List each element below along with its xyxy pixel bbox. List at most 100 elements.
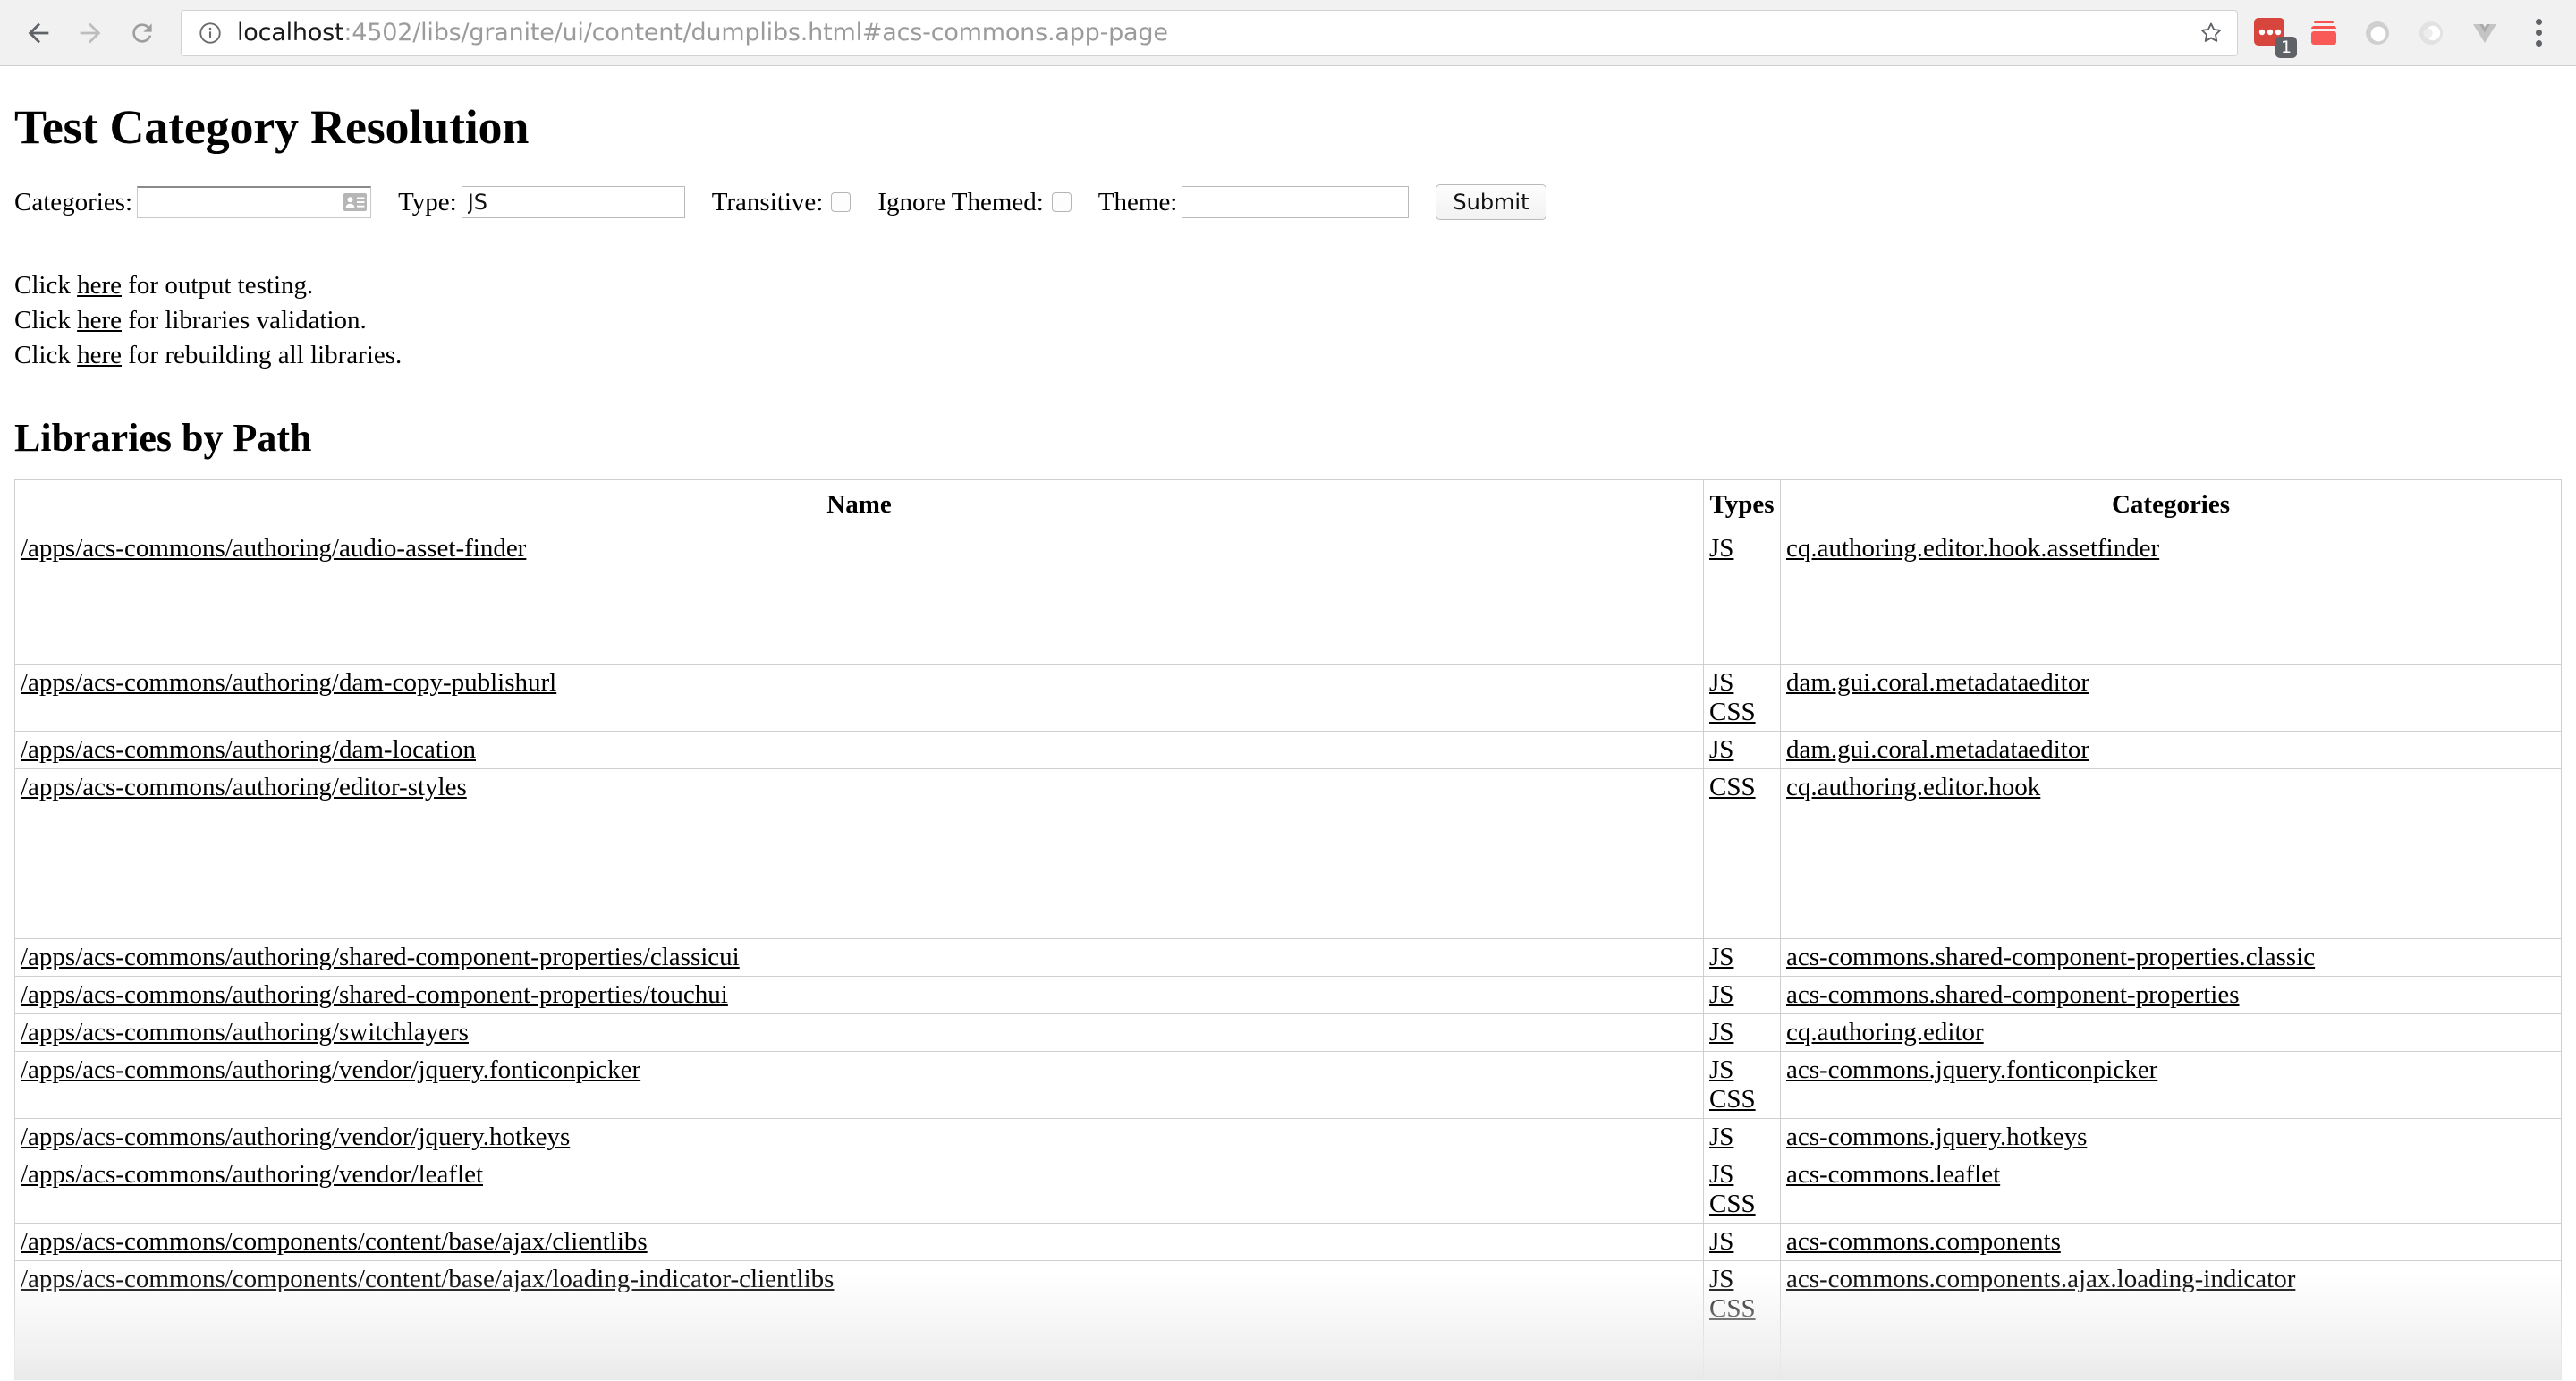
- library-path-link[interactable]: /apps/acs-commons/components/content/bas…: [21, 1265, 834, 1293]
- library-types-cell: JS: [1703, 1118, 1781, 1157]
- library-categories-cell: acs-commons.components: [1780, 1223, 2562, 1262]
- vue-devtools-extension-icon[interactable]: [2465, 13, 2504, 53]
- categories-input-wrapper: [137, 186, 372, 219]
- theme-input[interactable]: [1182, 186, 1410, 219]
- library-path-link[interactable]: /apps/acs-commons/components/content/bas…: [21, 1227, 648, 1256]
- link-suffix: for libraries validation.: [122, 305, 367, 335]
- adblock-extension-icon[interactable]: 1: [2250, 13, 2297, 58]
- link-prefix: Click: [14, 340, 78, 369]
- library-category-link[interactable]: acs-commons.jquery.hotkeys: [1786, 1123, 2555, 1152]
- stack-extension-icon[interactable]: [2304, 13, 2343, 53]
- library-path-link[interactable]: /apps/acs-commons/authoring/editor-style…: [21, 773, 467, 801]
- site-info-icon[interactable]: [198, 21, 223, 46]
- library-path-cell: /apps/acs-commons/authoring/switchlayers: [14, 1013, 1704, 1053]
- library-type-link[interactable]: JS: [1709, 1123, 1775, 1152]
- library-path-cell: /apps/acs-commons/authoring/editor-style…: [14, 768, 1704, 940]
- library-path-cell: /apps/acs-commons/authoring/dam-copy-pub…: [14, 664, 1704, 733]
- library-path-cell: /apps/acs-commons/authoring/audio-asset-…: [14, 530, 1704, 665]
- circle-extension-icon[interactable]: [2358, 13, 2397, 53]
- library-category-link[interactable]: cq.authoring.editor.hook.assetfinder: [1786, 534, 2555, 563]
- library-category-link[interactable]: acs-commons.components: [1786, 1227, 2555, 1257]
- library-types-cell: JS: [1703, 1223, 1781, 1262]
- library-type-link[interactable]: JS: [1709, 668, 1775, 698]
- output-testing-link[interactable]: here: [77, 271, 122, 300]
- library-path-link[interactable]: /apps/acs-commons/authoring/vendor/jquer…: [21, 1055, 640, 1084]
- library-types-cell: JS CSS: [1703, 1260, 1781, 1380]
- library-path-cell: /apps/acs-commons/authoring/vendor/leafl…: [14, 1156, 1704, 1224]
- library-path-link[interactable]: /apps/acs-commons/authoring/shared-compo…: [21, 943, 740, 971]
- library-path-link[interactable]: /apps/acs-commons/authoring/vendor/leafl…: [21, 1160, 483, 1189]
- library-path-cell: /apps/acs-commons/components/content/bas…: [14, 1223, 1704, 1262]
- extension-badge-count: 1: [2275, 36, 2297, 58]
- library-path-link[interactable]: /apps/acs-commons/authoring/dam-location: [21, 735, 476, 764]
- browser-menu-button[interactable]: [2519, 13, 2558, 53]
- library-type-link[interactable]: JS: [1709, 943, 1775, 972]
- library-categories-cell: cq.authoring.editor.hook.assetfinder: [1780, 530, 2562, 665]
- library-path-link[interactable]: /apps/acs-commons/authoring/switchlayers: [21, 1018, 469, 1046]
- reload-icon: [132, 22, 152, 43]
- library-category-link[interactable]: dam.gui.coral.metadataeditor: [1786, 668, 2555, 698]
- menu-dot: [2535, 30, 2542, 36]
- category-resolution-form: Categories: Type: Transitive: Ignore The…: [14, 184, 2562, 221]
- url-host: localhost: [237, 19, 344, 47]
- link-line: Click here for rebuilding all libraries.: [14, 338, 2562, 373]
- library-path-link[interactable]: /apps/acs-commons/authoring/audio-asset-…: [21, 534, 526, 563]
- library-types-cell: CSS: [1703, 768, 1781, 940]
- library-path-cell: /apps/acs-commons/authoring/shared-compo…: [14, 976, 1704, 1015]
- table-row: /apps/acs-commons/authoring/shared-compo…: [14, 976, 2562, 1015]
- library-types-cell: JS: [1703, 1013, 1781, 1053]
- library-type-link[interactable]: JS: [1709, 1227, 1775, 1257]
- library-type-link[interactable]: CSS: [1709, 698, 1775, 727]
- libraries-validation-link[interactable]: here: [77, 306, 122, 335]
- library-path-cell: /apps/acs-commons/authoring/vendor/jquer…: [14, 1118, 1704, 1157]
- address-bar[interactable]: localhost:4502/libs/granite/ui/content/d…: [181, 9, 2238, 56]
- library-category-link[interactable]: acs-commons.shared-component-properties: [1786, 980, 2555, 1010]
- library-category-link[interactable]: acs-commons.leaflet: [1786, 1160, 2555, 1190]
- table-row: /apps/acs-commons/authoring/shared-compo…: [14, 938, 2562, 978]
- library-type-link[interactable]: JS: [1709, 1018, 1775, 1047]
- type-label: Type:: [398, 187, 457, 216]
- reload-button[interactable]: [116, 7, 168, 59]
- ring-extension-icon[interactable]: [2411, 13, 2451, 53]
- transitive-label: Transitive:: [711, 187, 824, 216]
- url-path: :4502/libs/granite/ui/content/dumplibs.h…: [343, 19, 1168, 47]
- library-type-link[interactable]: CSS: [1709, 1190, 1775, 1219]
- table-row: /apps/acs-commons/authoring/editor-style…: [14, 768, 2562, 940]
- library-type-link[interactable]: JS: [1709, 735, 1775, 765]
- library-category-link[interactable]: dam.gui.coral.metadataeditor: [1786, 735, 2555, 765]
- table-row: /apps/acs-commons/authoring/vendor/leafl…: [14, 1156, 2562, 1224]
- ignore-themed-checkbox[interactable]: [1051, 192, 1072, 213]
- library-type-link[interactable]: CSS: [1709, 1294, 1775, 1324]
- table-head: Name Types Categories: [14, 479, 2562, 531]
- back-button[interactable]: [13, 7, 64, 59]
- library-category-link[interactable]: cq.authoring.editor: [1786, 1018, 2555, 1047]
- column-header-name: Name: [14, 479, 1704, 531]
- categories-label: Categories:: [14, 187, 133, 216]
- library-category-link[interactable]: acs-commons.shared-component-properties.…: [1786, 943, 2555, 972]
- library-types-cell: JS CSS: [1703, 664, 1781, 733]
- rebuild-libraries-link[interactable]: here: [77, 341, 122, 369]
- library-category-link[interactable]: acs-commons.components.ajax.loading-indi…: [1786, 1265, 2555, 1294]
- library-category-link[interactable]: cq.authoring.editor.hook: [1786, 773, 2555, 802]
- library-type-link[interactable]: JS: [1709, 534, 1775, 563]
- library-type-link[interactable]: JS: [1709, 1160, 1775, 1190]
- library-types-cell: JS: [1703, 731, 1781, 770]
- library-categories-cell: acs-commons.components.ajax.loading-indi…: [1780, 1260, 2562, 1380]
- type-input[interactable]: [461, 186, 685, 219]
- library-path-link[interactable]: /apps/acs-commons/authoring/vendor/jquer…: [21, 1123, 570, 1151]
- library-type-link[interactable]: CSS: [1709, 773, 1775, 802]
- bookmark-star-icon[interactable]: [2198, 20, 2224, 47]
- forward-button[interactable]: [64, 7, 116, 59]
- table-header-row: Name Types Categories: [14, 479, 2562, 531]
- library-path-link[interactable]: /apps/acs-commons/authoring/dam-copy-pub…: [21, 668, 556, 697]
- library-type-link[interactable]: JS: [1709, 980, 1775, 1010]
- library-type-link[interactable]: CSS: [1709, 1085, 1775, 1114]
- library-path-link[interactable]: /apps/acs-commons/authoring/shared-compo…: [21, 980, 728, 1009]
- library-category-link[interactable]: acs-commons.jquery.fonticonpicker: [1786, 1055, 2555, 1085]
- categories-input[interactable]: [137, 186, 372, 219]
- library-type-link[interactable]: JS: [1709, 1055, 1775, 1085]
- library-type-link[interactable]: JS: [1709, 1265, 1775, 1294]
- transitive-checkbox[interactable]: [831, 192, 852, 213]
- library-categories-cell: acs-commons.shared-component-properties: [1780, 976, 2562, 1015]
- submit-button[interactable]: Submit: [1436, 184, 1546, 221]
